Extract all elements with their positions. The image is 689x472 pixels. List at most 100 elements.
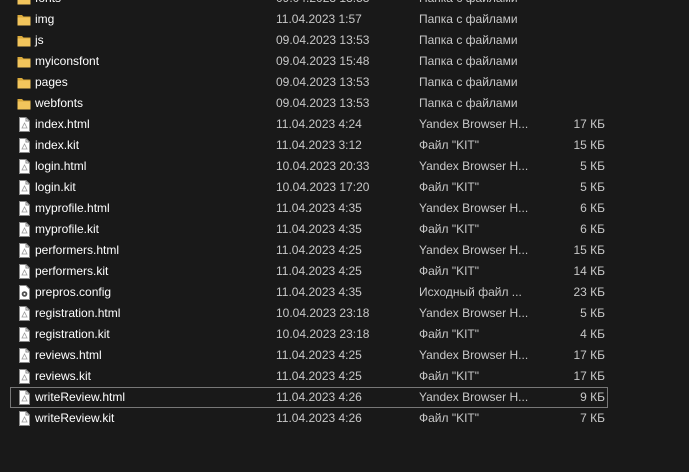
file-size: 5 КБ — [580, 306, 605, 320]
file-type: Файл "KIT" — [419, 264, 480, 278]
file-icon — [17, 138, 31, 153]
file-size: 15 КБ — [573, 138, 605, 152]
file-size: 17 КБ — [573, 369, 605, 383]
file-icon — [17, 348, 31, 363]
file-row-myiconsfont[interactable]: myiconsfont 09.04.2023 15:48 Папка с файла… — [0, 51, 689, 72]
file-name: registration.html — [35, 306, 121, 320]
file-type: Файл "KIT" — [419, 411, 480, 425]
file-row-webfonts[interactable]: webfonts 09.04.2023 13:53 Папка с файлами — [0, 93, 689, 114]
file-date: 11.04.2023 4:25 — [276, 264, 362, 278]
file-name: login.kit — [35, 180, 76, 194]
file-name: prepros.config — [35, 285, 112, 299]
file-size: 17 КБ — [573, 348, 605, 362]
file-size: 4 КБ — [580, 327, 605, 341]
file-icon — [17, 369, 31, 384]
file-row-index-html[interactable]: index.html 11.04.2023 4:24 Yandex Browser … — [0, 114, 689, 135]
folder-icon — [17, 0, 31, 6]
file-date: 09.04.2023 13:53 — [276, 96, 370, 110]
file-date: 10.04.2023 20:33 — [276, 159, 370, 173]
file-name: index.kit — [35, 138, 80, 152]
file-type: Файл "KIT" — [419, 327, 480, 341]
file-icon — [17, 159, 31, 174]
file-size: 6 КБ — [580, 201, 605, 215]
file-row-fonts[interactable]: fonts 09.04.2023 13:53 Папка с файлами — [0, 0, 689, 9]
file-row-img[interactable]: img 11.04.2023 1:57 Папка с файлами — [0, 9, 689, 30]
file-icon — [17, 390, 31, 405]
file-type: Папка с файлами — [419, 0, 518, 9]
file-type: Папка с файлами — [419, 96, 518, 110]
file-type: Папка с файлами — [419, 12, 518, 26]
file-row-registration-kit[interactable]: registration.kit 10.04.2023 23:18 Файл "KI… — [0, 324, 689, 345]
file-type: Файл "KIT" — [419, 369, 480, 383]
config-file-icon — [17, 285, 31, 300]
file-type: Папка с файлами — [419, 33, 518, 47]
file-type: Папка с файлами — [419, 54, 518, 68]
file-list: fonts 09.04.2023 13:53 Папка с файлами img 1… — [0, 0, 689, 429]
file-size: 7 КБ — [580, 411, 605, 425]
file-date: 09.04.2023 13:53 — [276, 75, 370, 89]
file-type: Папка с файлами — [419, 75, 518, 89]
file-name: index.html — [35, 117, 90, 131]
file-size: 23 КБ — [573, 285, 605, 299]
file-type: Файл "KIT" — [419, 138, 480, 152]
file-row-prepros-config[interactable]: prepros.config 11.04.2023 4:35 Исходный фа… — [0, 282, 689, 303]
file-date: 11.04.2023 1:57 — [276, 12, 362, 26]
file-name: webfonts — [35, 96, 84, 110]
file-name: myprofile.kit — [35, 222, 100, 236]
file-size: 6 КБ — [580, 222, 605, 236]
file-name: registration.kit — [35, 327, 110, 341]
file-row-performers-kit[interactable]: performers.kit 11.04.2023 4:25 Файл "KIT" 1… — [0, 261, 689, 282]
file-date: 11.04.2023 4:35 — [276, 201, 362, 215]
file-row-registration-html[interactable]: registration.html 10.04.2023 23:18 Yandex … — [0, 303, 689, 324]
file-icon — [17, 201, 31, 216]
file-row-login-kit[interactable]: login.kit 10.04.2023 17:20 Файл "KIT" 5 КБ — [0, 177, 689, 198]
file-date: 11.04.2023 4:25 — [276, 348, 362, 362]
file-size: 9 КБ — [580, 390, 605, 404]
file-row-myprofile-html[interactable]: myprofile.html 11.04.2023 4:35 Yandex Brow… — [0, 198, 689, 219]
file-name: fonts — [35, 0, 61, 9]
file-name: myiconsfont — [35, 54, 100, 68]
file-type: Файл "KIT" — [419, 180, 480, 194]
file-row-reviews-kit[interactable]: reviews.kit 11.04.2023 4:25 Файл "KIT" 17 К… — [0, 366, 689, 387]
file-name: js — [35, 33, 44, 47]
file-date: 11.04.2023 4:26 — [276, 411, 362, 425]
file-icon — [17, 327, 31, 342]
file-date: 09.04.2023 15:48 — [276, 54, 370, 68]
file-row-pages[interactable]: pages 09.04.2023 13:53 Папка с файлами — [0, 72, 689, 93]
file-row-performers-html[interactable]: performers.html 11.04.2023 4:25 Yandex Bro… — [0, 240, 689, 261]
file-name: img — [35, 12, 55, 26]
file-date: 11.04.2023 4:24 — [276, 117, 362, 131]
file-icon — [17, 264, 31, 279]
file-icon — [17, 306, 31, 321]
folder-icon — [17, 96, 31, 111]
file-date: 09.04.2023 13:53 — [276, 33, 370, 47]
file-date: 09.04.2023 13:53 — [276, 0, 369, 9]
file-name: reviews.html — [35, 348, 102, 362]
file-name: performers.html — [35, 243, 120, 257]
file-name: login.html — [35, 159, 87, 173]
file-date: 10.04.2023 23:18 — [276, 306, 370, 320]
file-name: performers.kit — [35, 264, 109, 278]
file-date: 11.04.2023 4:26 — [276, 390, 362, 404]
file-date: 11.04.2023 4:25 — [276, 243, 362, 257]
file-icon — [17, 180, 31, 195]
file-name: reviews.kit — [35, 369, 92, 383]
file-name: pages — [35, 75, 68, 89]
file-row-myprofile-kit[interactable]: myprofile.kit 11.04.2023 4:35 Файл "KIT" 6 … — [0, 219, 689, 240]
file-row-js[interactable]: js 09.04.2023 13:53 Папка с файлами — [0, 30, 689, 51]
file-row-writereview-html[interactable]: writeReview.html 11.04.2023 4:26 Yandex Br… — [10, 387, 608, 408]
file-date: 10.04.2023 17:20 — [276, 180, 370, 194]
file-row-writereview-kit[interactable]: writeReview.kit 11.04.2023 4:26 Файл "KIT"… — [0, 408, 689, 429]
folder-icon — [17, 33, 31, 48]
file-name: writeReview.html — [35, 390, 126, 404]
file-name: writeReview.kit — [35, 411, 115, 425]
file-date: 10.04.2023 23:18 — [276, 327, 370, 341]
file-row-index-kit[interactable]: index.kit 11.04.2023 3:12 Файл "KIT" 15 КБ — [0, 135, 689, 156]
file-row-reviews-html[interactable]: reviews.html 11.04.2023 4:25 Yandex Browse… — [0, 345, 689, 366]
file-row-login-html[interactable]: login.html 10.04.2023 20:33 Yandex Browser… — [0, 156, 689, 177]
file-size: 5 КБ — [580, 180, 605, 194]
folder-icon — [17, 12, 31, 27]
file-size: 15 КБ — [573, 243, 605, 257]
file-icon — [17, 222, 31, 237]
file-name: myprofile.html — [35, 201, 110, 215]
